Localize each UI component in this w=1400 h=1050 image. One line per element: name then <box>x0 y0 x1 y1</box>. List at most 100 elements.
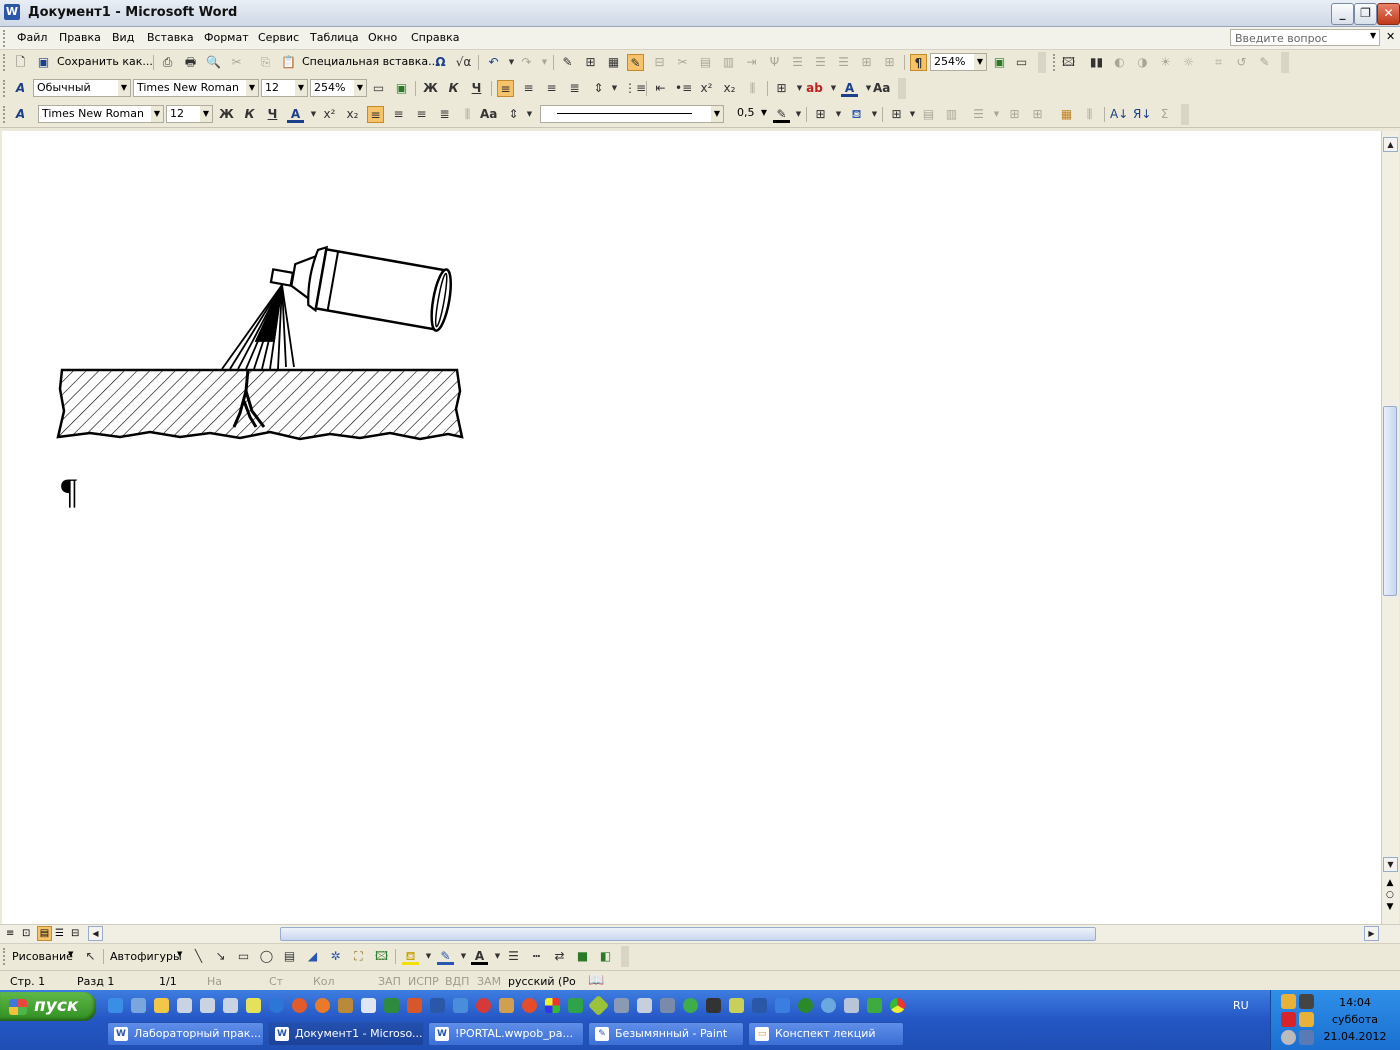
web-view-icon[interactable]: ⊡ <box>22 928 30 939</box>
start-button[interactable]: пуск <box>0 992 96 1021</box>
chevron-down-icon[interactable]: ▼ <box>606 80 623 97</box>
distribute-cols-icon[interactable]: ⊞ <box>1029 106 1046 123</box>
excel-icon[interactable] <box>384 998 399 1013</box>
style-select[interactable]: Обычный ▼ <box>33 79 131 97</box>
menu-help[interactable]: Справка <box>411 31 459 44</box>
line-color-icon[interactable]: ✎ <box>437 948 454 965</box>
chevron-down-icon[interactable]: ▼ <box>825 80 842 97</box>
rotate-icon[interactable]: ↺ <box>1233 54 1250 71</box>
change-case-button-2[interactable]: Aa <box>480 106 497 123</box>
chevron-down-icon[interactable]: ▼ <box>830 106 847 123</box>
chevron-down-icon[interactable]: ▼ <box>521 106 538 123</box>
chevron-down-icon[interactable]: ▼ <box>455 948 472 965</box>
styles-pane-icon[interactable]: A <box>12 106 29 123</box>
taskbar-button-portal[interactable]: W !PORTAL.wwpob_pa... <box>428 1022 584 1046</box>
drawing-toggle-icon[interactable]: ✎ <box>627 54 644 71</box>
drive-icon[interactable] <box>177 998 192 1013</box>
notepad-icon[interactable] <box>361 998 376 1013</box>
app-icon[interactable] <box>499 998 514 1013</box>
folder-icon[interactable] <box>154 998 169 1013</box>
paste-special-button[interactable]: Специальная вставка... <box>302 55 439 68</box>
text-direction-icon[interactable]: ⫼ <box>744 80 761 97</box>
border-color-icon[interactable]: ✎ <box>773 106 790 123</box>
3d-style-icon[interactable]: ◧ <box>597 948 614 965</box>
underline-button-2[interactable]: Ч <box>264 106 281 123</box>
drawing-menu-button[interactable]: Рисование <box>12 950 73 963</box>
fill-color-icon[interactable]: ⛾ <box>402 948 419 965</box>
equation-icon[interactable]: √α <box>455 54 472 71</box>
picture-tool-icon-1[interactable]: ▮▮ <box>1088 54 1105 71</box>
font-size-select-2[interactable]: 12 ▼ <box>166 105 213 123</box>
styles-pane-icon[interactable]: A <box>12 80 29 97</box>
highlight-icon[interactable]: ab <box>806 80 823 97</box>
rectangle-icon[interactable]: ▭ <box>235 948 252 965</box>
input-language-indicator[interactable]: RU <box>1233 999 1249 1012</box>
line-icon[interactable]: ╲ <box>190 948 207 965</box>
indent-icon[interactable]: ⇤ <box>652 80 669 97</box>
numbering-icon[interactable]: ⋮≡ <box>624 80 646 97</box>
align-left-icon[interactable]: ≡ <box>497 80 514 97</box>
line-spacing-icon[interactable]: ⇕ <box>505 106 522 123</box>
font-color-button-2[interactable]: A <box>287 106 304 123</box>
insert-picture-icon[interactable]: 🖾 <box>1060 54 1077 71</box>
menu-view[interactable]: Вид <box>112 31 134 44</box>
close-document-icon[interactable]: ✕ <box>1386 30 1395 43</box>
table-icon-8[interactable]: ⊞ <box>858 54 875 71</box>
subscript-icon[interactable]: x₂ <box>721 80 738 97</box>
firefox-icon[interactable] <box>315 998 330 1013</box>
justify-icon[interactable]: ≣ <box>566 80 583 97</box>
document-canvas[interactable]: ¶ <box>2 131 1381 924</box>
table-icon-6[interactable]: ☰ <box>812 54 829 71</box>
taskbar-button-document1[interactable]: W Документ1 - Microso... <box>268 1022 424 1046</box>
word-icon[interactable] <box>430 998 445 1013</box>
font-select-2[interactable]: Times New Roman ▼ <box>38 105 164 123</box>
title-bar[interactable]: W Документ1 - Microsoft Word _ ❐ ✕ <box>0 0 1400 27</box>
paragraph-mark[interactable]: ¶ <box>61 469 77 513</box>
network-icon[interactable] <box>614 998 629 1013</box>
split-cells-icon[interactable]: ✂ <box>674 54 691 71</box>
crop-icon[interactable]: ⌗ <box>1210 54 1227 71</box>
tables-borders-icon[interactable]: ⊞ <box>582 54 599 71</box>
green-app-icon[interactable] <box>568 998 583 1013</box>
show-formatting-icon[interactable]: ¶ <box>910 54 927 71</box>
superscript-icon[interactable]: x² <box>321 106 338 123</box>
underline-button[interactable]: Ч <box>468 80 485 97</box>
redo-icon[interactable]: ↷ <box>518 54 535 71</box>
font-select[interactable]: Times New Roman ▼ <box>133 79 259 97</box>
arrow-style-icon[interactable]: ⇄ <box>551 948 568 965</box>
menu-file[interactable]: Файл <box>17 31 47 44</box>
borders-icon[interactable]: ⊞ <box>773 80 790 97</box>
bullets-icon[interactable]: •≡ <box>675 80 692 97</box>
insert-table-icon-2[interactable]: ⊞ <box>888 106 905 123</box>
link-icon[interactable] <box>660 998 675 1013</box>
ask-question-input[interactable]: Введите вопрос <box>1230 29 1380 46</box>
spelling-check-icon[interactable]: 📖 <box>588 973 604 988</box>
tray-icon-1[interactable] <box>1281 994 1296 1009</box>
bold-button-2[interactable]: Ж <box>218 106 235 123</box>
print-preview-icon[interactable]: 🔍 <box>205 54 222 71</box>
puzzle-app-icon[interactable] <box>867 998 882 1013</box>
colorful-app-icon[interactable] <box>545 998 560 1013</box>
subscript-icon[interactable]: x₂ <box>344 106 361 123</box>
browser-icon[interactable] <box>269 998 284 1013</box>
messenger-icon[interactable] <box>821 998 836 1013</box>
tool-icon[interactable] <box>338 998 353 1013</box>
chevron-down-icon[interactable]: ▼ <box>177 950 182 958</box>
oval-icon[interactable]: ◯ <box>258 948 275 965</box>
font-color-button[interactable]: A <box>841 80 858 97</box>
clock[interactable]: 14:04 суббота 21.04.2012 <box>1320 994 1390 1045</box>
menu-format[interactable]: Формат <box>204 31 249 44</box>
tray-icon-4[interactable] <box>1299 1012 1314 1027</box>
autosum-button[interactable]: Σ <box>1156 106 1173 123</box>
omega-icon[interactable]: Ω <box>432 54 449 71</box>
antivirus-icon[interactable] <box>476 998 491 1013</box>
program-icon[interactable] <box>246 998 261 1013</box>
taskbar-button-lab[interactable]: W Лабораторный прак... <box>107 1022 264 1046</box>
close-button[interactable]: ✕ <box>1377 3 1400 25</box>
ask-dropdown-icon[interactable]: ▼ <box>1370 31 1376 40</box>
utility-icon[interactable] <box>683 998 698 1013</box>
reading-view-icon[interactable]: ⊟ <box>71 928 79 939</box>
paste-icon[interactable]: 📋 <box>280 54 297 71</box>
chevron-down-icon[interactable]: ▼ <box>866 106 883 123</box>
split-icon[interactable]: ▥ <box>943 106 960 123</box>
